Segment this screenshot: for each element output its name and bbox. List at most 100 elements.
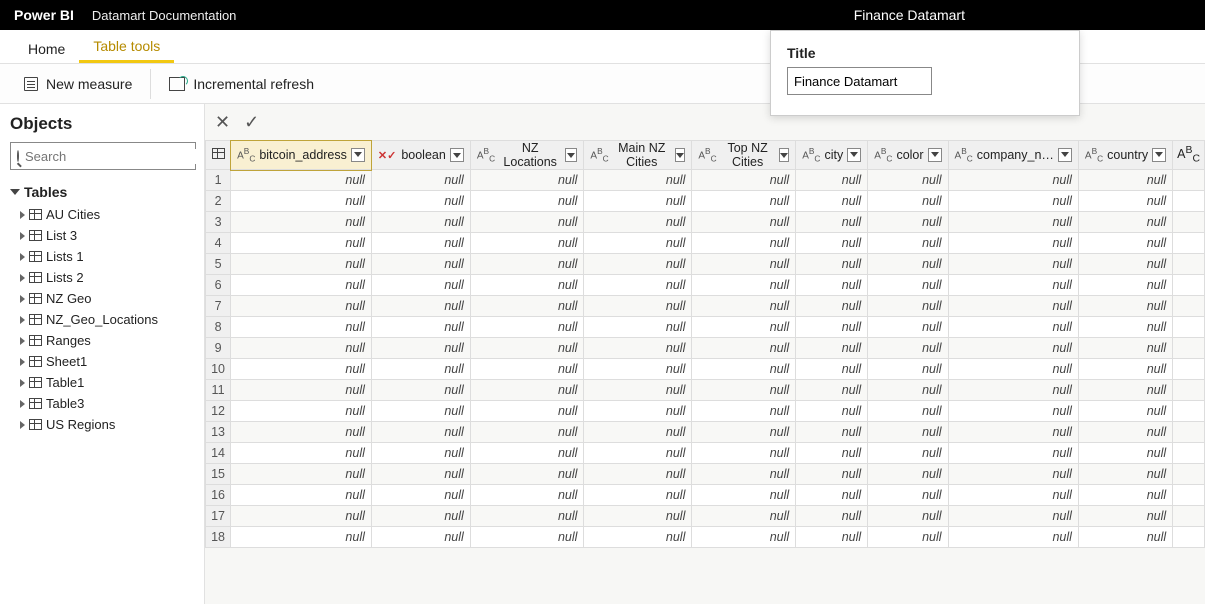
data-cell[interactable]: null: [1078, 191, 1172, 212]
table-row[interactable]: 9nullnullnullnullnullnullnullnullnull: [206, 338, 1205, 359]
data-cell[interactable]: [1173, 422, 1205, 443]
tables-tree-header[interactable]: Tables: [10, 184, 196, 200]
data-cell[interactable]: null: [231, 254, 372, 275]
data-cell[interactable]: null: [1078, 422, 1172, 443]
data-cell[interactable]: null: [796, 338, 868, 359]
data-cell[interactable]: [1173, 317, 1205, 338]
sidebar-table-item[interactable]: Lists 2: [10, 267, 196, 288]
data-cell[interactable]: null: [868, 170, 948, 191]
column-header-partial[interactable]: ABC: [1173, 141, 1205, 170]
data-cell[interactable]: null: [868, 191, 948, 212]
row-number[interactable]: 4: [206, 233, 231, 254]
data-cell[interactable]: null: [470, 275, 584, 296]
data-cell[interactable]: null: [470, 380, 584, 401]
data-cell[interactable]: null: [692, 191, 796, 212]
data-cell[interactable]: null: [796, 359, 868, 380]
data-cell[interactable]: null: [948, 296, 1078, 317]
data-cell[interactable]: [1173, 275, 1205, 296]
column-filter-dropdown[interactable]: [779, 148, 790, 162]
data-cell[interactable]: null: [948, 233, 1078, 254]
data-cell[interactable]: null: [948, 401, 1078, 422]
data-cell[interactable]: null: [1078, 443, 1172, 464]
data-cell[interactable]: null: [584, 338, 692, 359]
data-cell[interactable]: [1173, 296, 1205, 317]
data-cell[interactable]: null: [948, 359, 1078, 380]
data-cell[interactable]: null: [470, 296, 584, 317]
data-cell[interactable]: null: [470, 401, 584, 422]
data-cell[interactable]: [1173, 170, 1205, 191]
column-filter-dropdown[interactable]: [675, 148, 686, 162]
data-cell[interactable]: null: [470, 464, 584, 485]
data-cell[interactable]: null: [692, 464, 796, 485]
data-cell[interactable]: null: [584, 359, 692, 380]
new-measure-button[interactable]: New measure: [10, 72, 146, 96]
data-cell[interactable]: null: [470, 338, 584, 359]
search-box[interactable]: [10, 142, 196, 170]
data-cell[interactable]: null: [371, 275, 470, 296]
data-cell[interactable]: null: [948, 170, 1078, 191]
column-header[interactable]: ✕✓boolean: [371, 141, 470, 170]
data-cell[interactable]: null: [868, 254, 948, 275]
table-row[interactable]: 4nullnullnullnullnullnullnullnullnull: [206, 233, 1205, 254]
table-row[interactable]: 13nullnullnullnullnullnullnullnullnull: [206, 422, 1205, 443]
data-cell[interactable]: [1173, 233, 1205, 254]
data-cell[interactable]: null: [371, 212, 470, 233]
data-cell[interactable]: null: [796, 212, 868, 233]
data-cell[interactable]: null: [796, 485, 868, 506]
data-cell[interactable]: null: [231, 275, 372, 296]
data-cell[interactable]: null: [868, 212, 948, 233]
data-cell[interactable]: null: [231, 338, 372, 359]
data-cell[interactable]: null: [231, 170, 372, 191]
data-cell[interactable]: null: [584, 317, 692, 338]
data-cell[interactable]: null: [371, 317, 470, 338]
data-cell[interactable]: null: [692, 275, 796, 296]
data-cell[interactable]: null: [470, 422, 584, 443]
row-number[interactable]: 15: [206, 464, 231, 485]
table-row[interactable]: 11nullnullnullnullnullnullnullnullnull: [206, 380, 1205, 401]
data-cell[interactable]: null: [371, 233, 470, 254]
data-cell[interactable]: null: [584, 296, 692, 317]
table-row[interactable]: 2nullnullnullnullnullnullnullnullnull: [206, 191, 1205, 212]
table-row[interactable]: 17nullnullnullnullnullnullnullnullnull: [206, 506, 1205, 527]
data-cell[interactable]: null: [1078, 170, 1172, 191]
row-number[interactable]: 17: [206, 506, 231, 527]
data-cell[interactable]: null: [470, 191, 584, 212]
data-cell[interactable]: null: [868, 275, 948, 296]
sidebar-table-item[interactable]: Table1: [10, 372, 196, 393]
row-number[interactable]: 3: [206, 212, 231, 233]
data-cell[interactable]: null: [948, 254, 1078, 275]
corner-cell[interactable]: [206, 141, 231, 170]
row-number[interactable]: 16: [206, 485, 231, 506]
data-cell[interactable]: null: [1078, 485, 1172, 506]
data-cell[interactable]: null: [584, 464, 692, 485]
data-cell[interactable]: null: [868, 464, 948, 485]
data-cell[interactable]: null: [371, 485, 470, 506]
data-cell[interactable]: null: [1078, 506, 1172, 527]
data-cell[interactable]: null: [470, 506, 584, 527]
data-cell[interactable]: null: [868, 296, 948, 317]
row-number[interactable]: 9: [206, 338, 231, 359]
search-input[interactable]: [25, 149, 201, 164]
data-cell[interactable]: null: [868, 317, 948, 338]
data-cell[interactable]: null: [231, 527, 372, 548]
row-number[interactable]: 5: [206, 254, 231, 275]
column-filter-dropdown[interactable]: [351, 148, 365, 162]
data-cell[interactable]: [1173, 338, 1205, 359]
data-cell[interactable]: null: [692, 359, 796, 380]
column-filter-dropdown[interactable]: [565, 148, 577, 162]
sidebar-table-item[interactable]: AU Cities: [10, 204, 196, 225]
column-filter-dropdown[interactable]: [1058, 148, 1072, 162]
row-number[interactable]: 2: [206, 191, 231, 212]
data-cell[interactable]: null: [470, 254, 584, 275]
column-header[interactable]: ABCcompany_n…: [948, 141, 1078, 170]
data-cell[interactable]: null: [1078, 464, 1172, 485]
data-cell[interactable]: null: [692, 317, 796, 338]
sidebar-table-item[interactable]: List 3: [10, 225, 196, 246]
data-cell[interactable]: null: [231, 359, 372, 380]
data-cell[interactable]: null: [692, 380, 796, 401]
data-cell[interactable]: null: [948, 338, 1078, 359]
data-cell[interactable]: null: [692, 338, 796, 359]
row-number[interactable]: 11: [206, 380, 231, 401]
data-cell[interactable]: null: [231, 233, 372, 254]
data-cell[interactable]: null: [692, 401, 796, 422]
